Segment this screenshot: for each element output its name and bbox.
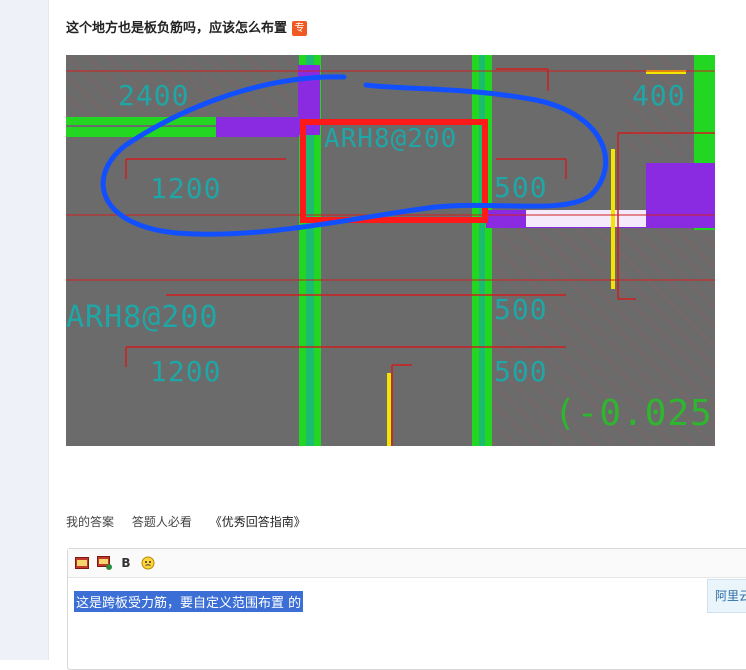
cad-label-500-c: 500 xyxy=(494,355,548,388)
insert-file-icon[interactable] xyxy=(96,555,112,571)
answer-editor[interactable]: B 这是跨板受力筋，要自定义范围布置 的 xyxy=(67,548,746,670)
answer-tabs: 我的答案 答题人必看 《优秀回答指南》 xyxy=(66,513,320,530)
cad-label-1200-b: 1200 xyxy=(150,355,222,388)
cad-label-500-b: 500 xyxy=(494,293,548,326)
bold-button[interactable]: B xyxy=(118,555,134,571)
question-title: 这个地方也是板负筋吗，应该怎么布置专 xyxy=(66,17,308,36)
tab-answer-guide[interactable]: 《优秀回答指南》 xyxy=(210,515,306,529)
left-rail xyxy=(0,0,49,660)
answer-text[interactable]: 这是跨板受力筋，要自定义范围布置 的 xyxy=(74,591,304,612)
cad-label-400: 400 xyxy=(632,79,686,112)
side-ad-tab[interactable]: 阿里云 xyxy=(707,579,746,613)
cad-label-500-a: 500 xyxy=(494,171,548,204)
expert-badge: 专 xyxy=(292,21,308,36)
editor-toolbar: B xyxy=(68,549,746,578)
question-title-text: 这个地方也是板负筋吗，应该怎么布置 xyxy=(66,21,288,36)
cad-label-1200-a: 1200 xyxy=(150,172,222,205)
cad-label-arh-a: ARH8@200 xyxy=(324,124,458,154)
cad-label-elevation: (-0.025) xyxy=(554,393,715,434)
emoji-icon[interactable] xyxy=(140,555,156,571)
question-image[interactable]: 2400 1200 1200 ARH8@200 ARH8@200 400 500… xyxy=(66,55,715,446)
tab-my-answer[interactable]: 我的答案 xyxy=(66,515,114,529)
cad-label-arh-b: ARH8@200 xyxy=(66,300,219,335)
tab-must-read[interactable]: 答题人必看 xyxy=(132,515,192,529)
cad-label-2400: 2400 xyxy=(118,79,190,112)
insert-image-icon[interactable] xyxy=(74,555,90,571)
